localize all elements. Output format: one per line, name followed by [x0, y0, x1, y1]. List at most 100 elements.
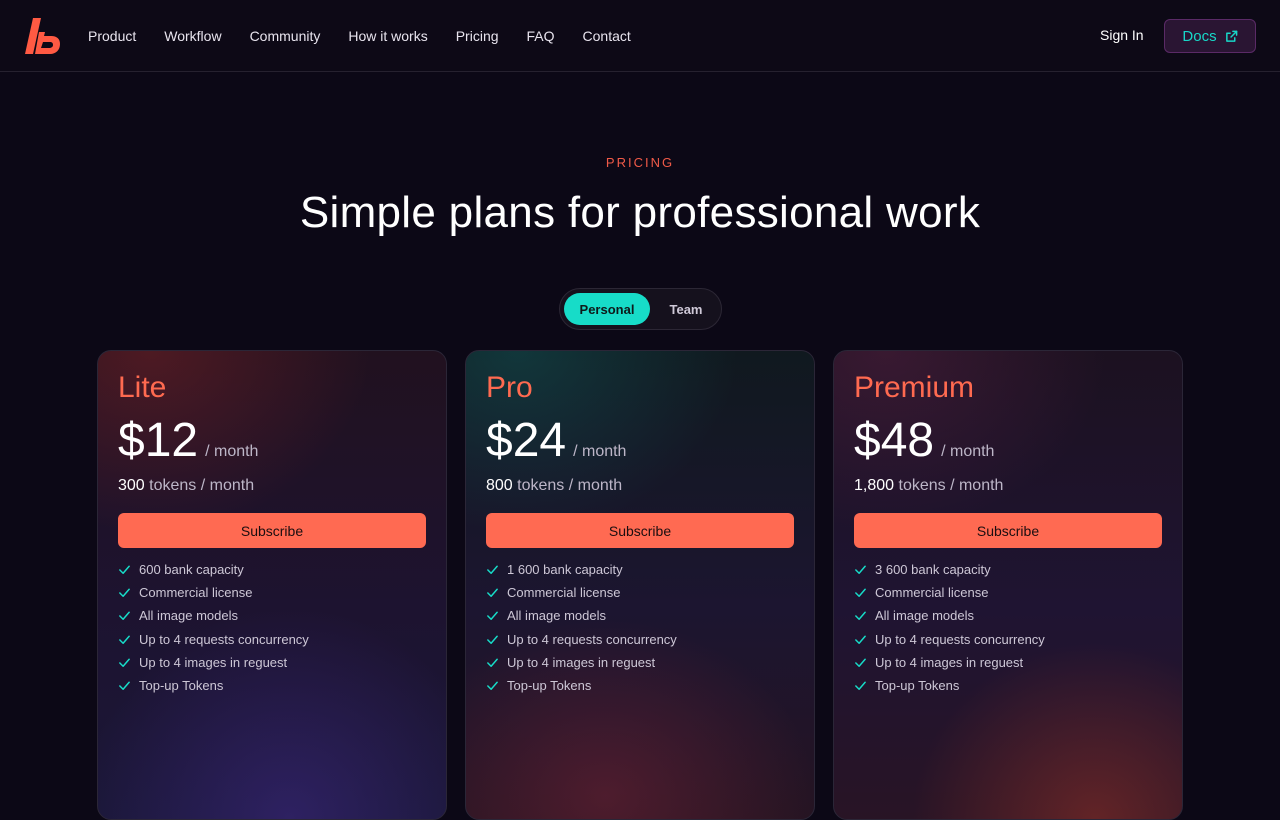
- list-item: Commercial license: [486, 581, 794, 604]
- nav-link-how-it-works[interactable]: How it works: [348, 28, 427, 44]
- list-item: Up to 4 images in reguest: [118, 651, 426, 674]
- price-period: / month: [205, 443, 259, 460]
- nav-link-contact[interactable]: Contact: [583, 28, 631, 44]
- feature-label: Up to 4 requests concurrency: [507, 631, 677, 647]
- check-icon: [487, 681, 498, 690]
- list-item: Up to 4 requests concurrency: [854, 628, 1162, 651]
- check-icon: [119, 635, 130, 644]
- list-item: Up to 4 requests concurrency: [486, 628, 794, 651]
- check-icon: [119, 681, 130, 690]
- list-item: 600 bank capacity: [118, 558, 426, 581]
- docs-button-label: Docs: [1182, 27, 1217, 45]
- plan-card-premium: Premium $48 / month 1,800 tokens / month…: [833, 350, 1183, 820]
- feature-label: 600 bank capacity: [139, 562, 244, 578]
- sign-in-link[interactable]: Sign In: [1100, 27, 1144, 43]
- list-item: Top-up Tokens: [118, 674, 426, 697]
- nav-link-product[interactable]: Product: [88, 28, 136, 44]
- list-item: Up to 4 images in reguest: [854, 651, 1162, 674]
- check-icon: [119, 611, 130, 621]
- list-item: 1 600 bank capacity: [486, 558, 794, 581]
- check-icon: [487, 611, 498, 621]
- list-item: Commercial license: [118, 581, 426, 604]
- tokens-suffix: tokens / month: [517, 477, 623, 494]
- subscribe-button-pro[interactable]: Subscribe: [486, 513, 794, 548]
- external-link-icon: [1225, 30, 1237, 42]
- list-item: Up to 4 images in reguest: [486, 651, 794, 674]
- nav-link-pricing[interactable]: Pricing: [456, 28, 499, 44]
- list-item: All image models: [118, 604, 426, 627]
- nav-links: Product Workflow Community How it works …: [88, 0, 659, 72]
- check-icon: [855, 588, 866, 598]
- check-icon: [119, 588, 130, 598]
- plan-name: Lite: [118, 371, 167, 404]
- feature-label: Up to 4 images in reguest: [875, 654, 1024, 670]
- plan-price: $48: [854, 414, 935, 467]
- list-item: All image models: [854, 604, 1162, 627]
- feature-list: 1 600 bank capacity Commercial license A…: [486, 558, 794, 697]
- price-row: $48 / month: [854, 417, 1162, 465]
- list-item: Commercial license: [854, 581, 1162, 604]
- feature-label: Up to 4 requests concurrency: [139, 631, 309, 647]
- feature-label: All image models: [507, 608, 606, 624]
- nav-link-faq[interactable]: FAQ: [527, 28, 555, 44]
- plan-name: Pro: [486, 371, 533, 404]
- feature-label: Up to 4 images in reguest: [139, 654, 288, 670]
- check-icon: [487, 658, 498, 667]
- feature-label: All image models: [139, 608, 238, 624]
- check-icon: [119, 658, 130, 667]
- plan-card-lite: Lite $12 / month 300 tokens / month Subs…: [97, 350, 447, 820]
- plan-tokens: 1,800 tokens / month: [854, 477, 1162, 495]
- docs-button[interactable]: Docs: [1164, 19, 1256, 53]
- feature-label: 1 600 bank capacity: [507, 562, 623, 578]
- price-row: $12 / month: [118, 417, 426, 465]
- feature-label: Top-up Tokens: [139, 678, 224, 694]
- tokens-count: 800: [486, 477, 513, 494]
- feature-list: 600 bank capacity Commercial license All…: [118, 558, 426, 697]
- check-icon: [855, 658, 866, 667]
- tokens-suffix: tokens / month: [149, 477, 255, 494]
- plan-tokens: 300 tokens / month: [118, 477, 426, 495]
- plan-name: Premium: [854, 371, 975, 404]
- brand-logo-icon[interactable]: [24, 17, 62, 55]
- price-row: $24 / month: [486, 417, 794, 465]
- list-item: Up to 4 requests concurrency: [118, 628, 426, 651]
- feature-label: Commercial license: [875, 585, 989, 601]
- list-item: Top-up Tokens: [486, 674, 794, 697]
- price-period: / month: [941, 443, 995, 460]
- feature-list: 3 600 bank capacity Commercial license A…: [854, 558, 1162, 697]
- check-icon: [855, 611, 866, 621]
- list-item: 3 600 bank capacity: [854, 558, 1162, 581]
- check-icon: [487, 588, 498, 598]
- feature-label: All image models: [875, 608, 974, 624]
- toggle-personal[interactable]: Personal: [564, 293, 650, 325]
- feature-label: Commercial license: [507, 585, 621, 601]
- plan-card-pro: Pro $24 / month 800 tokens / month Subsc…: [465, 350, 815, 820]
- price-period: / month: [573, 443, 627, 460]
- top-navigation: Product Workflow Community How it works …: [0, 0, 1280, 72]
- feature-label: Up to 4 images in reguest: [507, 654, 656, 670]
- feature-label: Commercial license: [139, 585, 253, 601]
- check-icon: [855, 565, 866, 575]
- toggle-team[interactable]: Team: [654, 293, 718, 325]
- feature-label: Top-up Tokens: [875, 678, 960, 694]
- check-icon: [855, 681, 866, 690]
- tokens-count: 1,800: [854, 477, 895, 494]
- plan-price: $12: [118, 414, 199, 467]
- plan-tokens: 800 tokens / month: [486, 477, 794, 495]
- check-icon: [855, 635, 866, 644]
- plan-price: $24: [486, 414, 567, 467]
- feature-label: 3 600 bank capacity: [875, 562, 991, 578]
- subscribe-button-lite[interactable]: Subscribe: [118, 513, 426, 548]
- check-icon: [119, 565, 130, 575]
- subscribe-button-premium[interactable]: Subscribe: [854, 513, 1162, 548]
- check-icon: [487, 565, 498, 575]
- section-eyebrow: PRICING: [605, 155, 675, 170]
- tokens-count: 300: [118, 477, 145, 494]
- feature-label: Up to 4 requests concurrency: [875, 631, 1045, 647]
- list-item: Top-up Tokens: [854, 674, 1162, 697]
- feature-label: Top-up Tokens: [507, 678, 592, 694]
- nav-link-community[interactable]: Community: [250, 28, 321, 44]
- nav-link-workflow[interactable]: Workflow: [164, 28, 221, 44]
- check-icon: [487, 635, 498, 644]
- list-item: All image models: [486, 604, 794, 627]
